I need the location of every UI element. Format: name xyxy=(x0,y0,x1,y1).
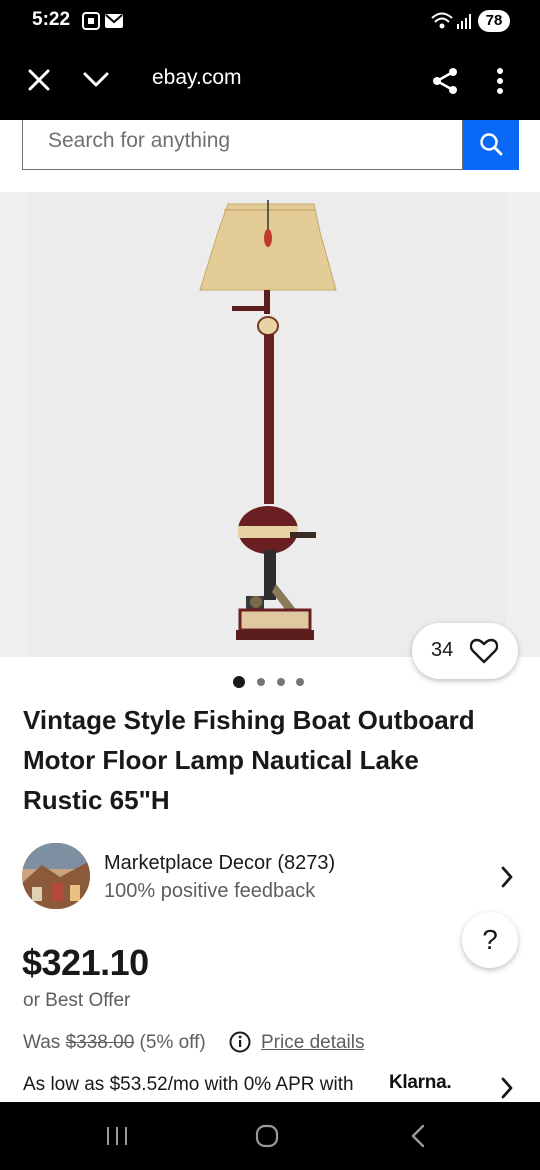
browser-toolbar: ebay.com xyxy=(0,42,540,120)
listing-title: Vintage Style Fishing Boat Outboard Moto… xyxy=(23,705,475,815)
klarna-logo: Klarna. xyxy=(389,1072,452,1093)
was-label: Was xyxy=(23,1032,61,1053)
share-icon[interactable] xyxy=(431,67,459,100)
heart-icon xyxy=(469,638,499,669)
watch-count: 34 xyxy=(431,639,454,661)
signal-icon xyxy=(457,13,473,34)
discount-label: (5% off) xyxy=(139,1032,206,1053)
chevron-right-icon[interactable] xyxy=(500,866,514,893)
best-offer-label: or Best Offer xyxy=(23,990,131,1011)
screen: 5:22 78 ebay.com Search for anything 34 … xyxy=(0,0,540,1170)
help-button[interactable]: ? xyxy=(462,912,518,968)
seller-avatar[interactable] xyxy=(22,843,90,909)
item-price: $321.10 xyxy=(22,942,149,983)
search-bar: Search for anything xyxy=(22,120,519,170)
carousel-dot[interactable] xyxy=(233,676,245,688)
search-icon xyxy=(479,132,503,161)
info-icon[interactable] xyxy=(229,1031,251,1058)
was-price-row: Was $338.00 (5% off) xyxy=(23,1032,206,1054)
was-price: $338.00 xyxy=(65,1032,135,1053)
search-button[interactable] xyxy=(463,120,519,170)
url-bar[interactable]: ebay.com xyxy=(152,66,242,90)
recent-apps-icon[interactable] xyxy=(105,1126,129,1151)
more-icon[interactable] xyxy=(496,67,504,100)
screenshot-icon xyxy=(82,12,100,35)
chevron-right-icon[interactable] xyxy=(500,1077,514,1104)
mail-icon xyxy=(105,14,123,33)
seller-feedback: 100% positive feedback xyxy=(104,880,316,902)
seller-name[interactable]: Marketplace Decor (8273) xyxy=(104,852,335,875)
carousel-dot[interactable] xyxy=(296,678,304,686)
battery-indicator: 78 xyxy=(478,10,510,32)
home-icon[interactable] xyxy=(255,1124,279,1153)
financing-text: As low as $53.52/mo with 0% APR with xyxy=(23,1074,354,1095)
product-image-frame xyxy=(28,192,506,657)
watch-button[interactable]: 34 xyxy=(412,623,518,679)
status-bar: 5:22 78 xyxy=(0,0,540,42)
carousel-dot[interactable] xyxy=(257,678,265,686)
back-icon[interactable] xyxy=(410,1124,426,1153)
system-nav-bar xyxy=(0,1102,540,1170)
product-image xyxy=(199,200,337,640)
price-details-link[interactable]: Price details xyxy=(261,1032,365,1054)
wifi-icon xyxy=(431,12,453,35)
search-input[interactable]: Search for anything xyxy=(22,120,463,170)
chevron-down-icon[interactable] xyxy=(83,72,109,93)
product-image-gallery[interactable] xyxy=(0,192,540,657)
carousel-dot[interactable] xyxy=(277,678,285,686)
close-icon[interactable] xyxy=(28,69,50,96)
status-time: 5:22 xyxy=(32,9,71,30)
